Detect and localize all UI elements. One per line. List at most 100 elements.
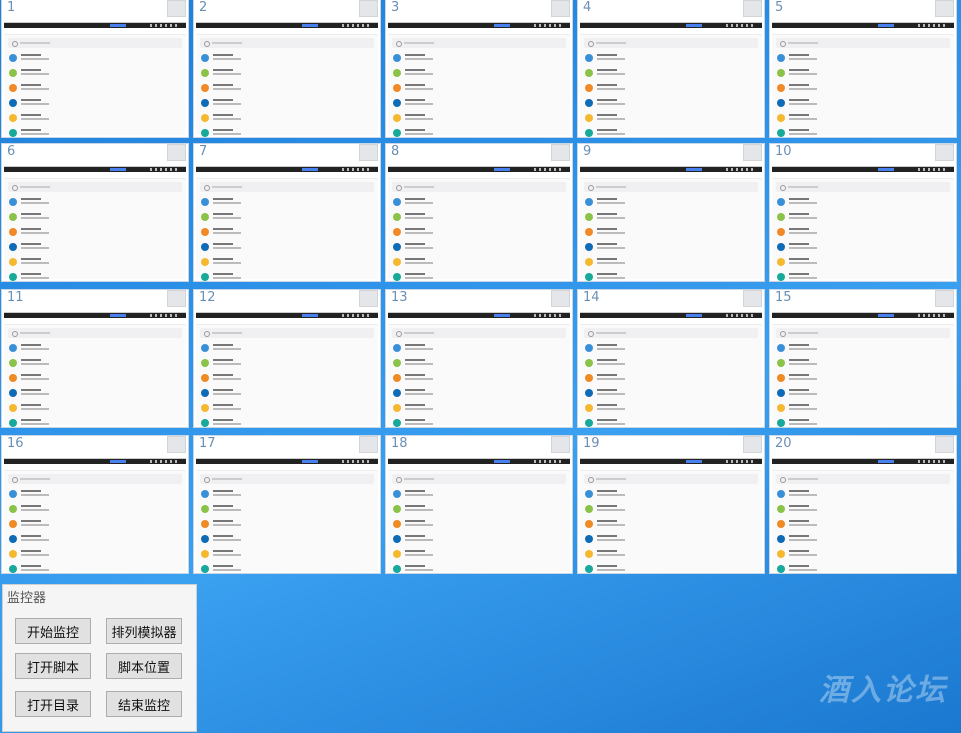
settings-row[interactable] (580, 225, 762, 240)
settings-row[interactable] (196, 401, 378, 416)
settings-row[interactable] (4, 111, 186, 126)
settings-search-bar[interactable] (200, 474, 374, 484)
emulator-screen[interactable] (388, 312, 570, 427)
settings-row[interactable] (388, 210, 570, 225)
emulator-close-button[interactable] (167, 290, 186, 307)
settings-row[interactable] (580, 401, 762, 416)
emulator-close-button[interactable] (935, 290, 954, 307)
emulator-close-button[interactable] (359, 0, 378, 17)
settings-search-bar[interactable] (392, 182, 566, 192)
settings-row[interactable] (388, 562, 570, 573)
emulator-window[interactable]: 6 (2, 144, 188, 281)
settings-row[interactable] (580, 51, 762, 66)
emulator-screen[interactable] (196, 312, 378, 427)
settings-row[interactable] (4, 416, 186, 427)
settings-row[interactable] (388, 487, 570, 502)
start-monitor-button[interactable]: 开始监控 (15, 618, 91, 644)
settings-row[interactable] (4, 401, 186, 416)
settings-row[interactable] (580, 502, 762, 517)
emulator-screen[interactable] (4, 166, 186, 281)
emulator-screen[interactable] (4, 458, 186, 573)
settings-row[interactable] (4, 195, 186, 210)
settings-row[interactable] (580, 270, 762, 281)
settings-row[interactable] (772, 562, 954, 573)
settings-row[interactable] (772, 487, 954, 502)
emulator-close-button[interactable] (551, 290, 570, 307)
settings-row[interactable] (196, 126, 378, 137)
emulator-close-button[interactable] (551, 0, 570, 17)
emulator-window[interactable]: 11 (2, 290, 188, 427)
settings-row[interactable] (388, 401, 570, 416)
emulator-window[interactable]: 20 (770, 436, 956, 573)
emulator-window[interactable]: 13 (386, 290, 572, 427)
settings-row[interactable] (388, 66, 570, 81)
settings-row[interactable] (580, 562, 762, 573)
settings-search-bar[interactable] (392, 474, 566, 484)
emulator-screen[interactable] (580, 458, 762, 573)
emulator-screen[interactable] (196, 166, 378, 281)
settings-row[interactable] (580, 532, 762, 547)
settings-row[interactable] (388, 341, 570, 356)
settings-row[interactable] (196, 195, 378, 210)
settings-search-bar[interactable] (200, 182, 374, 192)
emulator-window[interactable]: 2 (194, 0, 380, 137)
settings-row[interactable] (4, 517, 186, 532)
arrange-emulators-button[interactable]: 排列模拟器 (106, 618, 182, 644)
settings-row[interactable] (4, 225, 186, 240)
settings-row[interactable] (772, 532, 954, 547)
settings-row[interactable] (580, 547, 762, 562)
settings-row[interactable] (772, 96, 954, 111)
emulator-window[interactable]: 4 (578, 0, 764, 137)
settings-row[interactable] (388, 81, 570, 96)
emulator-screen[interactable] (4, 312, 186, 427)
settings-row[interactable] (772, 126, 954, 137)
settings-search-bar[interactable] (776, 328, 950, 338)
settings-row[interactable] (580, 356, 762, 371)
emulator-window[interactable]: 5 (770, 0, 956, 137)
emulator-window[interactable]: 12 (194, 290, 380, 427)
emulator-screen[interactable] (388, 166, 570, 281)
emulator-close-button[interactable] (935, 144, 954, 161)
emulator-screen[interactable] (580, 166, 762, 281)
settings-row[interactable] (580, 371, 762, 386)
settings-row[interactable] (772, 81, 954, 96)
settings-row[interactable] (388, 416, 570, 427)
settings-row[interactable] (580, 341, 762, 356)
settings-row[interactable] (196, 487, 378, 502)
settings-row[interactable] (196, 517, 378, 532)
emulator-screen[interactable] (388, 458, 570, 573)
settings-row[interactable] (580, 240, 762, 255)
settings-search-bar[interactable] (584, 182, 758, 192)
emulator-close-button[interactable] (743, 436, 762, 453)
settings-row[interactable] (4, 532, 186, 547)
settings-row[interactable] (580, 487, 762, 502)
settings-row[interactable] (772, 356, 954, 371)
settings-row[interactable] (4, 126, 186, 137)
settings-row[interactable] (196, 255, 378, 270)
settings-row[interactable] (4, 562, 186, 573)
settings-row[interactable] (772, 255, 954, 270)
emulator-window[interactable]: 17 (194, 436, 380, 573)
settings-row[interactable] (4, 240, 186, 255)
settings-row[interactable] (388, 240, 570, 255)
settings-search-bar[interactable] (584, 38, 758, 48)
settings-row[interactable] (772, 547, 954, 562)
emulator-close-button[interactable] (743, 0, 762, 17)
settings-row[interactable] (196, 502, 378, 517)
emulator-window[interactable]: 3 (386, 0, 572, 137)
settings-row[interactable] (196, 562, 378, 573)
settings-row[interactable] (388, 270, 570, 281)
emulator-window[interactable]: 16 (2, 436, 188, 573)
settings-row[interactable] (4, 81, 186, 96)
settings-row[interactable] (4, 255, 186, 270)
settings-search-bar[interactable] (392, 38, 566, 48)
settings-row[interactable] (580, 517, 762, 532)
settings-row[interactable] (4, 547, 186, 562)
settings-row[interactable] (196, 240, 378, 255)
emulator-window[interactable]: 15 (770, 290, 956, 427)
settings-row[interactable] (580, 386, 762, 401)
settings-row[interactable] (388, 225, 570, 240)
emulator-window[interactable]: 8 (386, 144, 572, 281)
settings-search-bar[interactable] (584, 474, 758, 484)
emulator-window[interactable]: 1 (2, 0, 188, 137)
